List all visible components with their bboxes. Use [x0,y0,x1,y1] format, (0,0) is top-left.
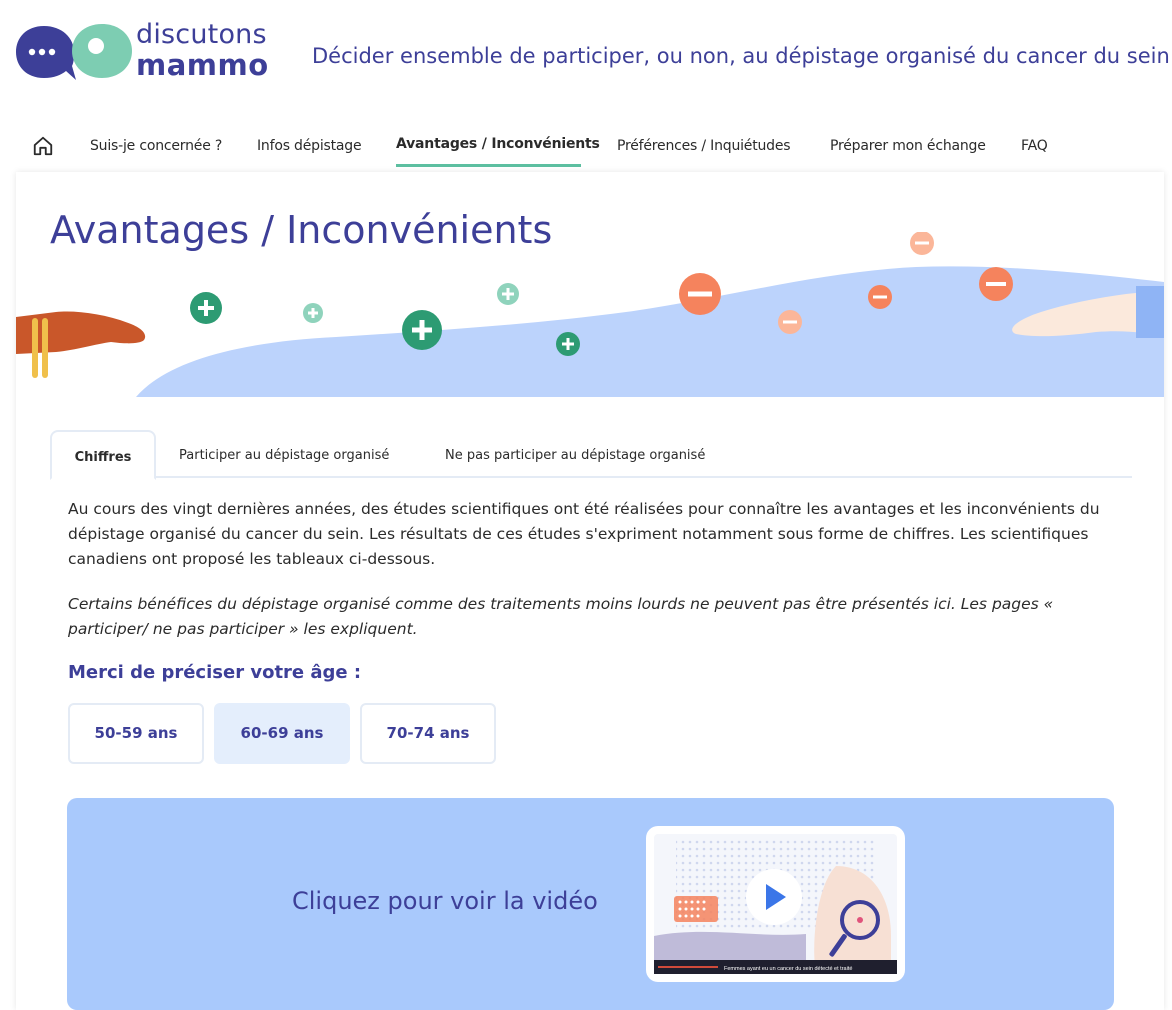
tab-participer[interactable]: Participer au dépistage organisé [179,430,389,478]
plus-icon [402,310,442,350]
logo-wordmark[interactable]: discutons mammo [136,21,269,80]
nav-item-preparer-echange[interactable]: Préparer mon échange [830,138,986,154]
minus-icon [979,267,1013,301]
minus-icon [679,273,721,315]
plus-icon [497,283,519,305]
nav-item-infos-depistage[interactable]: Infos dépistage [257,138,362,154]
content-tabs: Chiffres Participer au dépistage organis… [50,430,1132,480]
age-button-50-59[interactable]: 50-59 ans [68,703,204,764]
video-thumbnail[interactable]: Femmes ayant eu un cancer du sein détect… [646,826,905,982]
plus-icon [190,292,222,324]
main-panel: Avantages / Inconvénients Chiffres Parti… [16,172,1164,1010]
video-card[interactable]: Cliquez pour voir la vidéo Femmes ayant … [67,798,1114,1010]
logo-line1: discutons [136,19,267,50]
video-caption: Femmes ayant eu un cancer du sein détect… [724,966,852,972]
main-nav: Suis-je concernée ? Infos dépistage Avan… [0,128,1172,168]
tab-ne-pas-participer[interactable]: Ne pas participer au dépistage organisé [445,430,705,478]
plus-icon [303,303,323,323]
video-thumbnail-illustration: Femmes ayant eu un cancer du sein détect… [654,834,897,974]
play-button-icon [746,869,802,925]
nav-item-suis-je-concernee[interactable]: Suis-je concernée ? [90,138,222,154]
minus-icon [868,285,892,309]
logo-line2: mammo [136,48,269,82]
left-hand-icon [16,311,146,378]
nav-item-faq[interactable]: FAQ [1021,138,1048,154]
minus-icon [910,232,934,255]
note-paragraph: Certains bénéfices du dépistage organisé… [68,595,1054,638]
tab-chiffres[interactable]: Chiffres [50,430,156,480]
page-title: Avantages / Inconvénients [50,208,553,252]
age-button-60-69[interactable]: 60-69 ans [214,703,350,764]
home-icon[interactable] [32,135,54,157]
age-prompt: Merci de préciser votre âge : [68,662,362,683]
minus-icon [778,310,802,334]
logo-icon[interactable] [14,20,134,84]
nav-item-avantages-inconvenients[interactable]: Avantages / Inconvénients [396,136,600,152]
banner-illustration [16,232,1164,397]
intro-paragraph: Au cours des vingt dernières années, des… [68,500,1100,568]
site-header: discutons mammo Décider ensemble de part… [0,0,1172,100]
site-tagline: Décider ensemble de participer, ou non, … [312,44,1170,68]
age-button-70-74[interactable]: 70-74 ans [360,703,496,764]
nav-active-underline [396,164,581,167]
plus-icon [556,332,580,356]
video-label: Cliquez pour voir la vidéo [292,887,598,915]
nav-item-preferences-inquietudes[interactable]: Préférences / Inquiétudes [617,138,791,154]
